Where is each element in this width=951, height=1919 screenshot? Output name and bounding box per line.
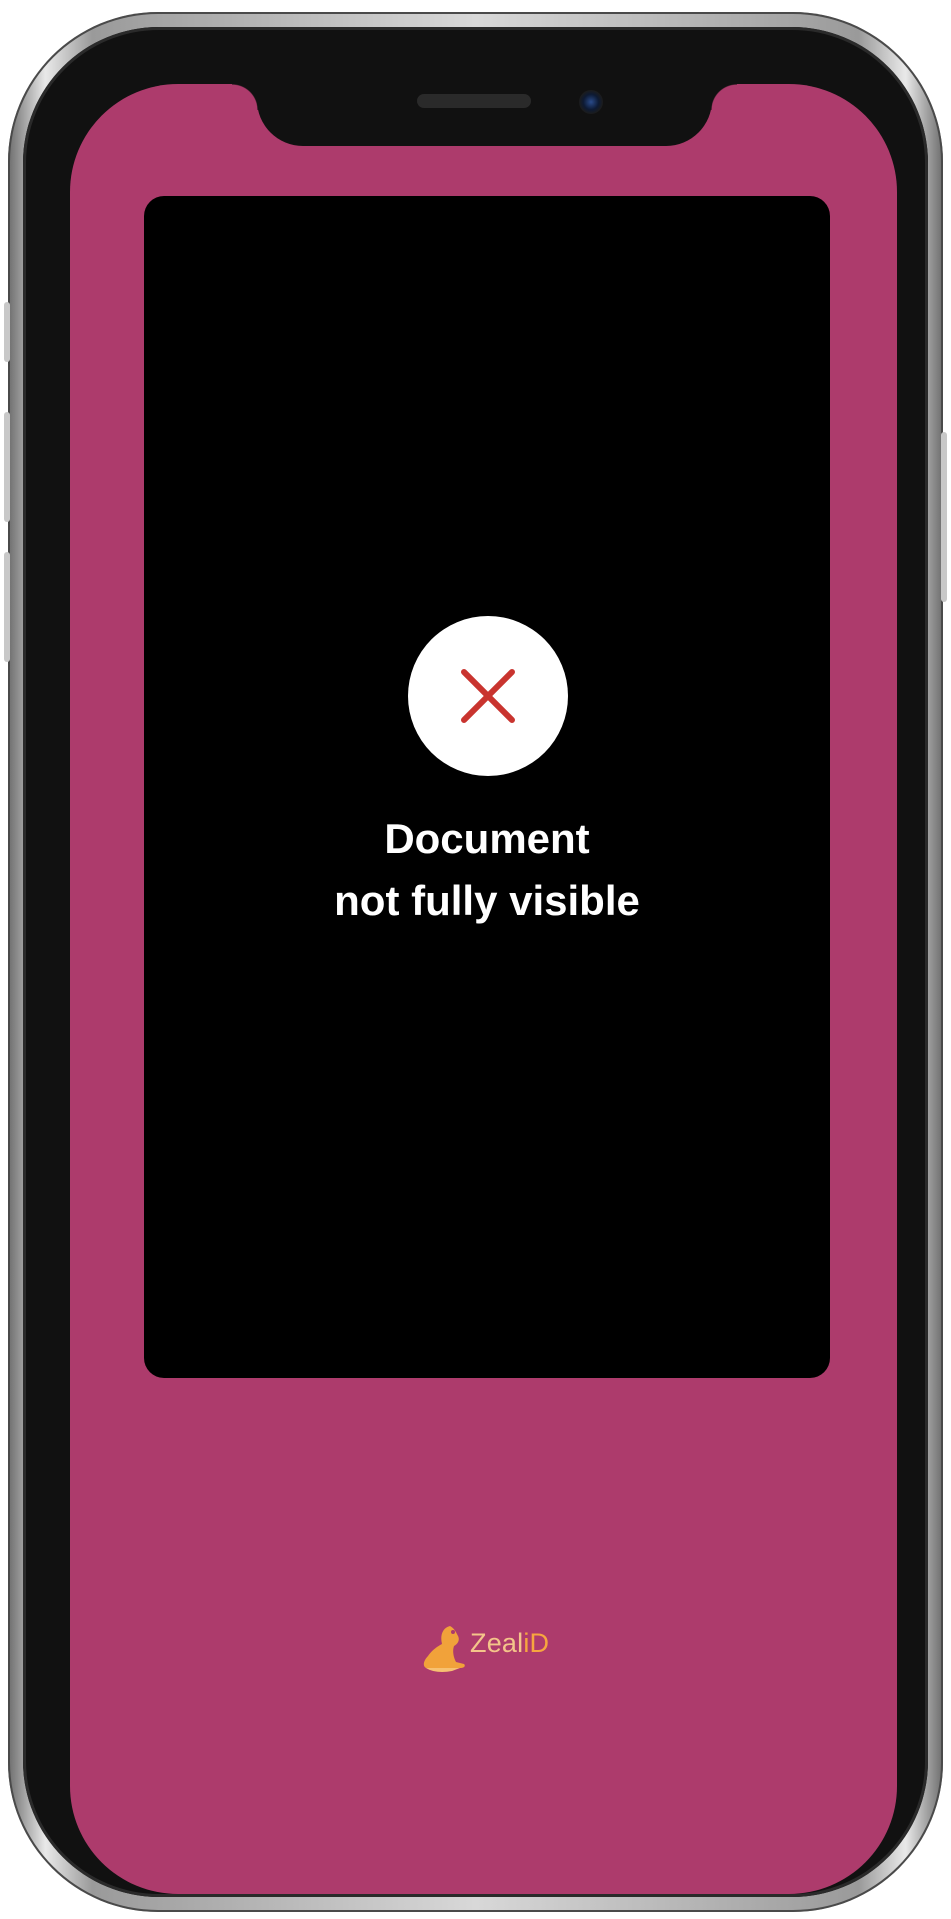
error-message-line-2: not fully visible [334,877,640,924]
notch [232,84,737,146]
phone-frame: Document not fully visible ZealiD [4,12,947,1912]
phone-screen: Document not fully visible ZealiD [70,84,897,1894]
brand-name-part-1: Zeal [470,1627,524,1658]
side-button-volume-up [4,412,10,522]
brand-logo: ZealiD [420,1622,549,1674]
error-message: Document not fully visible [144,808,830,932]
zealid-seal-icon [423,1626,465,1672]
side-button-volume-down [4,552,10,662]
close-icon [461,669,515,723]
front-camera-icon [579,90,603,114]
brand-name: ZealiD [470,1628,549,1659]
error-message-line-1: Document [384,815,590,862]
error-status-badge [408,616,568,776]
brand-name-part-2: iD [523,1627,550,1658]
speaker-icon [417,94,531,108]
side-button-power [941,432,947,602]
side-button-mute [4,302,10,362]
camera-viewfinder: Document not fully visible [144,196,830,1378]
